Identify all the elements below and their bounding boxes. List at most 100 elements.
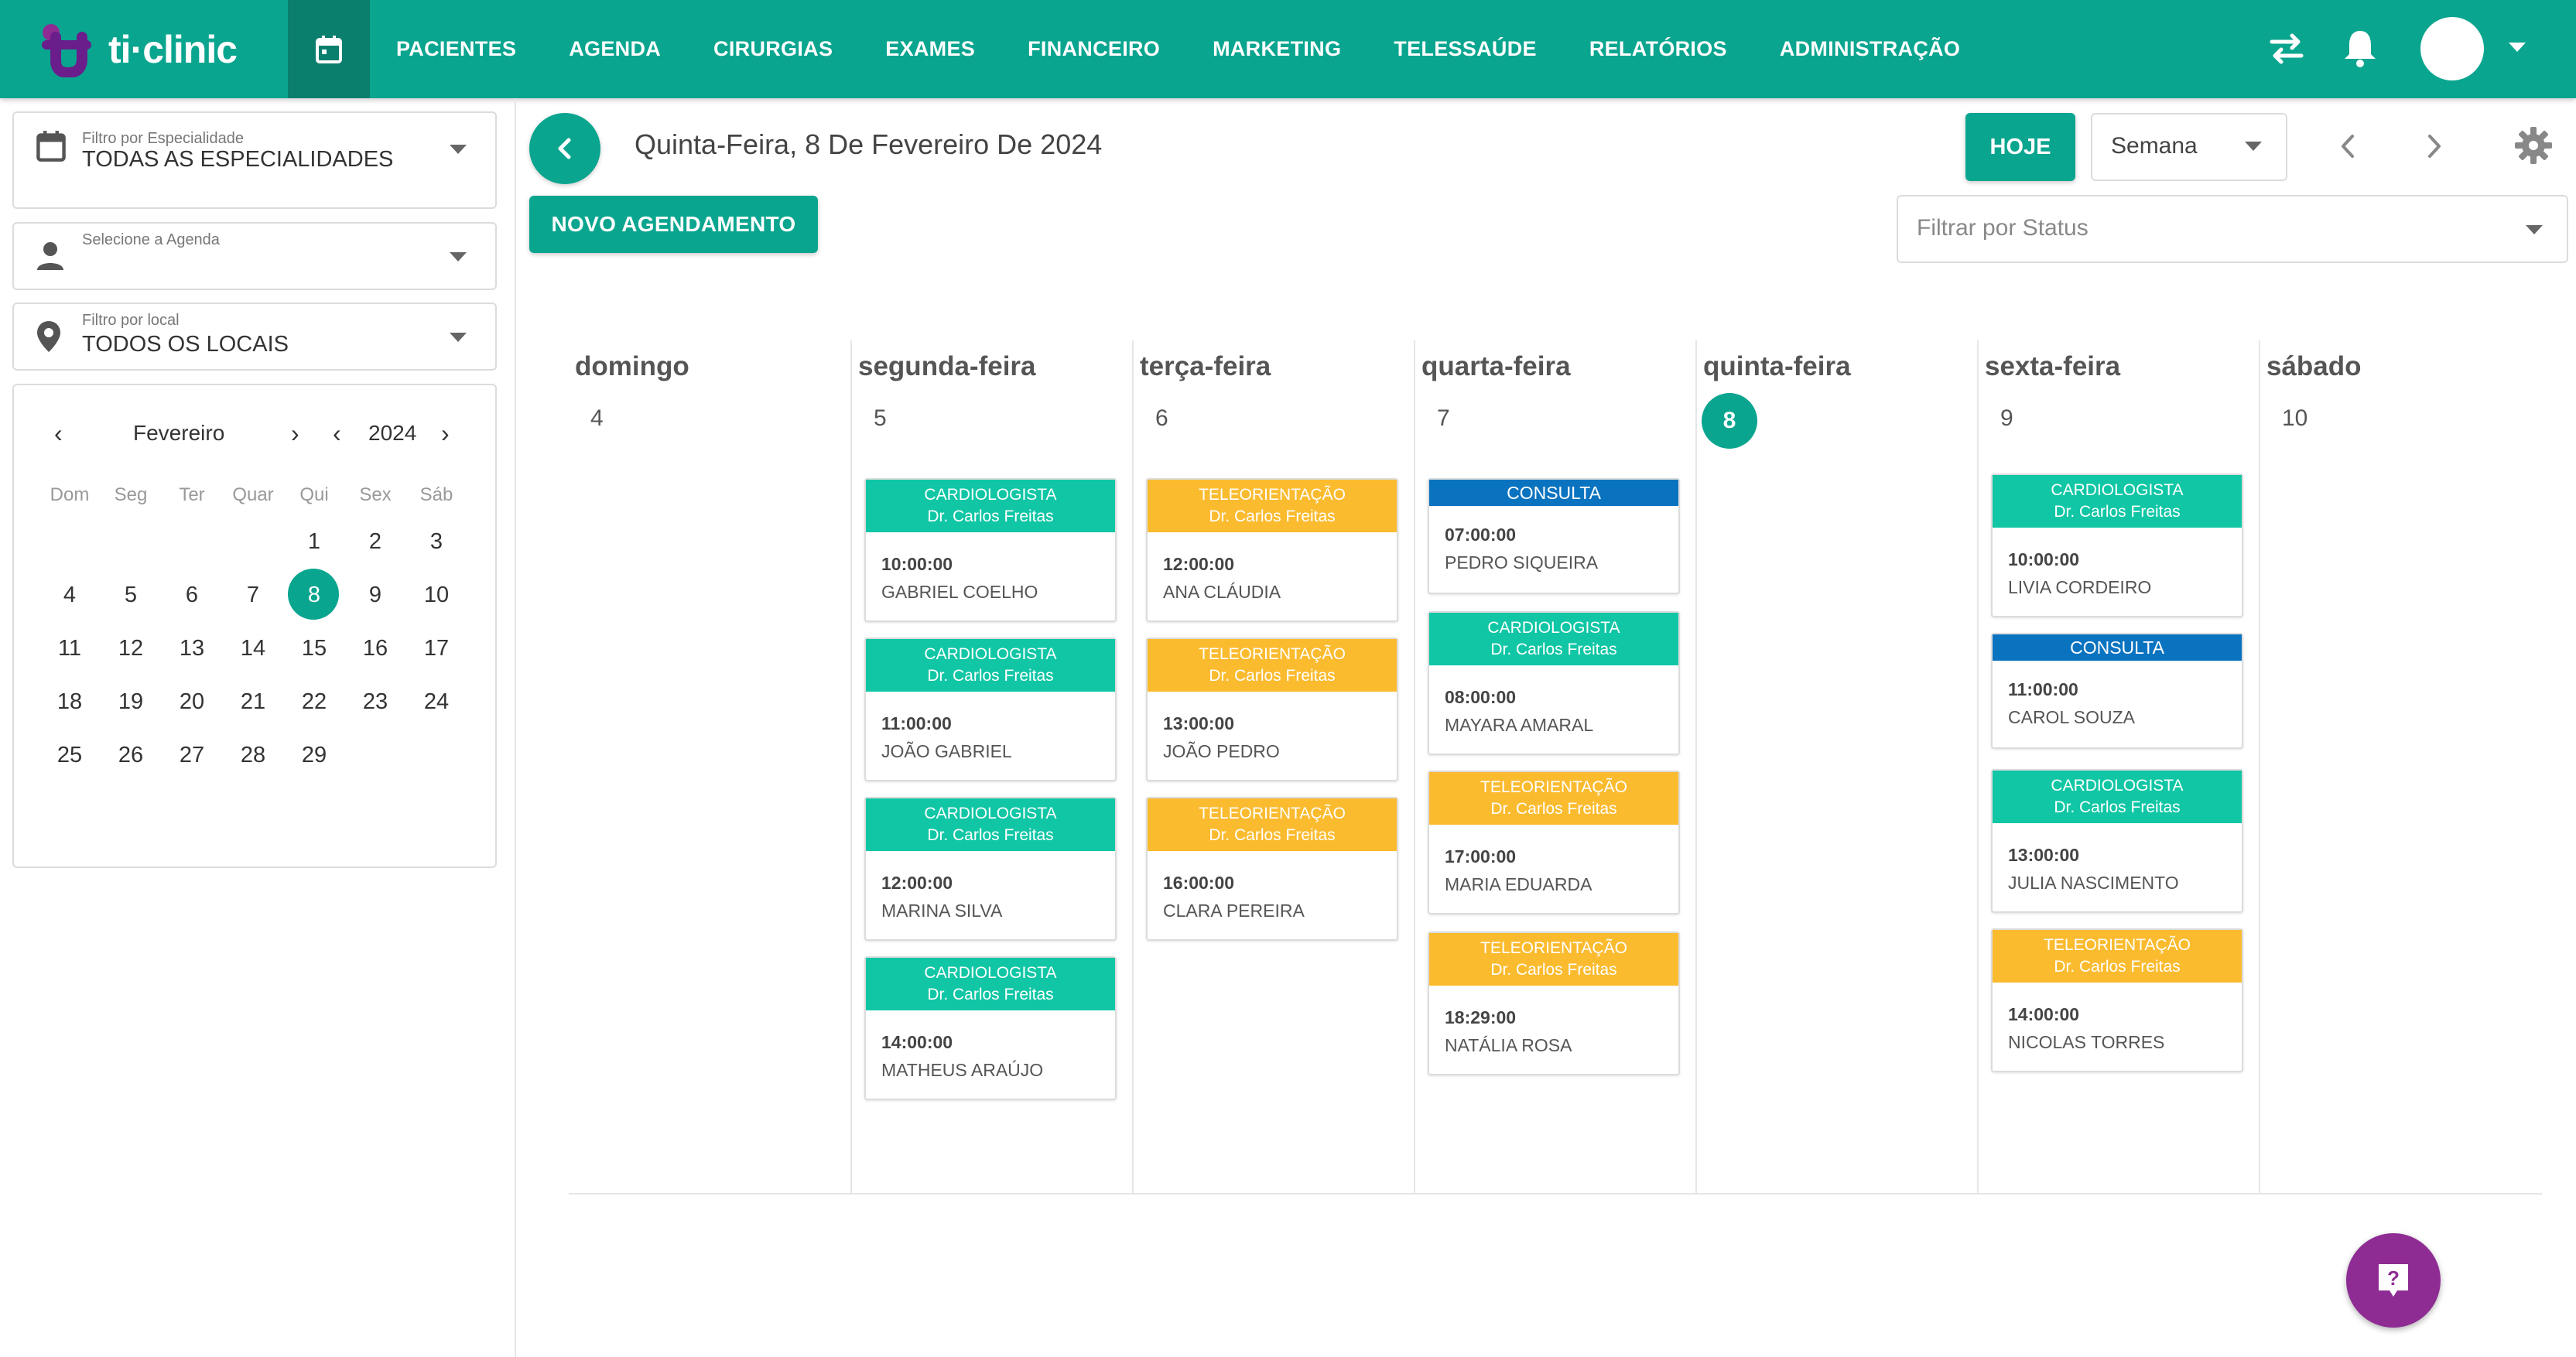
view-select[interactable]: Semana: [2091, 113, 2287, 181]
calendar-day[interactable]: 15: [283, 624, 345, 673]
calendar-day[interactable]: 13: [161, 624, 223, 673]
nav-telessaude[interactable]: TELESSAÚDE: [1394, 37, 1537, 61]
calendar-day[interactable]: 3: [405, 517, 467, 566]
today-button[interactable]: HOJE: [1965, 113, 2075, 181]
year-prev-button[interactable]: ‹: [333, 419, 341, 448]
appointment-card[interactable]: TELEORIENTAÇÃO Dr. Carlos Freitas 13:00:00…: [1146, 637, 1398, 781]
calendar-day[interactable]: 10: [405, 570, 467, 620]
help-button[interactable]: ?: [2346, 1233, 2441, 1328]
day-number[interactable]: 4: [590, 405, 604, 432]
calendar-day[interactable]: 14: [222, 624, 284, 673]
year-next-button[interactable]: ›: [441, 419, 450, 448]
appointment-card[interactable]: TELEORIENTAÇÃO Dr. Carlos Freitas 18:29:00…: [1428, 931, 1680, 1075]
day-number[interactable]: 7: [1437, 405, 1450, 432]
month-next-button[interactable]: ›: [291, 419, 299, 448]
back-button[interactable]: [529, 113, 600, 184]
nav-exames[interactable]: EXAMES: [885, 37, 975, 61]
day-column-quinta-feira[interactable]: quinta-feira 8: [1695, 340, 1979, 1193]
appointment-card[interactable]: TELEORIENTAÇÃO Dr. Carlos Freitas 16:00:00…: [1146, 797, 1398, 941]
chevron-down-icon[interactable]: [2507, 40, 2527, 54]
calendar-day-selected[interactable]: 8: [283, 569, 345, 620]
appointment-patient: MATHEUS ARAÚJO: [881, 1060, 1044, 1080]
location-filter-value: TODOS OS LOCAIS: [82, 332, 289, 357]
view-select-value: Semana: [2111, 133, 2198, 159]
appointment-card[interactable]: TELEORIENTAÇÃO Dr. Carlos Freitas 14:00:00…: [1991, 928, 2243, 1072]
nav-financeiro[interactable]: FINANCEIRO: [1028, 37, 1160, 61]
calendar-day[interactable]: 4: [39, 570, 101, 620]
week-calendar: domingo 4 segunda-feira 5 CARDIOLOGISTA Dr. C…: [569, 340, 2542, 1195]
day-number[interactable]: 5: [874, 405, 887, 432]
calendar-day[interactable]: 20: [161, 677, 223, 726]
bell-icon[interactable]: [2342, 28, 2379, 68]
nav-cirurgias[interactable]: CIRURGIAS: [713, 37, 833, 61]
swap-icon[interactable]: [2267, 29, 2306, 68]
calendar-day[interactable]: 28: [222, 730, 284, 780]
status-filter-placeholder: Filtrar por Status: [1917, 215, 2089, 241]
week-next-button[interactable]: [2422, 128, 2445, 164]
calendar-day[interactable]: 21: [222, 677, 284, 726]
gear-icon[interactable]: [2513, 125, 2554, 166]
nav-marketing[interactable]: MARKETING: [1213, 37, 1341, 61]
calendar-day[interactable]: 29: [283, 730, 345, 780]
calendar-day[interactable]: 27: [161, 730, 223, 780]
appointment-card[interactable]: CARDIOLOGISTA Dr. Carlos Freitas 12:00:00 M…: [864, 797, 1117, 941]
week-prev-button[interactable]: [2337, 128, 2360, 164]
day-number-today[interactable]: 8: [1702, 393, 1757, 449]
agenda-select[interactable]: Selecione a Agenda: [12, 222, 497, 290]
calendar-day[interactable]: 23: [344, 677, 406, 726]
calendar-day[interactable]: 24: [405, 677, 467, 726]
calendar-day[interactable]: 17: [405, 624, 467, 673]
calendar-nav-button[interactable]: [288, 0, 370, 98]
calendar-day[interactable]: 2: [344, 517, 406, 566]
calendar-day[interactable]: 16: [344, 624, 406, 673]
day-number[interactable]: 10: [2282, 405, 2307, 432]
appointment-card[interactable]: CARDIOLOGISTA Dr. Carlos Freitas 11:00:00 J…: [864, 637, 1117, 781]
brand-logo[interactable]: ti·clinic: [40, 17, 238, 82]
calendar-day[interactable]: 1: [283, 517, 345, 566]
weekday-header: Seg: [114, 484, 148, 505]
month-prev-button[interactable]: ‹: [54, 419, 63, 448]
calendar-day[interactable]: 6: [161, 570, 223, 620]
weekday-header: Sex: [359, 484, 392, 505]
status-filter-select[interactable]: Filtrar por Status: [1897, 195, 2568, 263]
day-column-domingo[interactable]: domingo 4: [569, 340, 850, 1193]
appointment-card[interactable]: TELEORIENTAÇÃO Dr. Carlos Freitas 12:00:00…: [1146, 478, 1398, 622]
appointment-type: CARDIOLOGISTA: [1487, 619, 1620, 637]
calendar-day[interactable]: 9: [344, 570, 406, 620]
appointment-card[interactable]: CONSULTA 11:00:00 CAROL SOUZA: [1991, 633, 2243, 749]
appointment-card[interactable]: CARDIOLOGISTA Dr. Carlos Freitas 10:00:00 G…: [864, 478, 1117, 622]
appointment-card[interactable]: TELEORIENTAÇÃO Dr. Carlos Freitas 17:00:00…: [1428, 771, 1680, 914]
calendar-day[interactable]: 7: [222, 570, 284, 620]
appointment-patient: LIVIA CORDEIRO: [2008, 577, 2152, 597]
day-number[interactable]: 6: [1155, 405, 1168, 432]
appointment-card[interactable]: CONSULTA 07:00:00 PEDRO SIQUEIRA: [1428, 478, 1680, 594]
day-column-sábado[interactable]: sábado 10: [2259, 340, 2542, 1193]
calendar-day[interactable]: 22: [283, 677, 345, 726]
user-avatar[interactable]: [2420, 17, 2484, 80]
nav-pacientes[interactable]: PACIENTES: [396, 37, 516, 61]
calendar-day[interactable]: 26: [100, 730, 162, 780]
nav-relatorios[interactable]: RELATÓRIOS: [1589, 37, 1727, 61]
calendar-day[interactable]: 12: [100, 624, 162, 673]
specialty-filter-select[interactable]: Filtro por Especialidade TODAS AS ESPECI…: [12, 111, 497, 209]
appointment-time: 10:00:00: [2008, 549, 2080, 569]
appointment-card[interactable]: CARDIOLOGISTA Dr. Carlos Freitas 14:00:00 M…: [864, 956, 1117, 1100]
new-appointment-button[interactable]: NOVO AGENDAMENTO: [529, 196, 818, 253]
appointment-card[interactable]: CARDIOLOGISTA Dr. Carlos Freitas 13:00:00 J…: [1991, 769, 2243, 913]
appointment-card[interactable]: CARDIOLOGISTA Dr. Carlos Freitas 10:00:00 L…: [1991, 473, 2243, 617]
chevron-left-icon: [558, 138, 571, 159]
day-number[interactable]: 9: [2000, 405, 2013, 432]
appointment-patient: JOÃO GABRIEL: [881, 741, 1012, 761]
calendar-day[interactable]: 11: [39, 624, 101, 673]
appointment-card[interactable]: CARDIOLOGISTA Dr. Carlos Freitas 08:00:00 M…: [1428, 611, 1680, 755]
weekday-header: Quar: [232, 484, 274, 505]
person-icon: [37, 242, 63, 270]
calendar-day[interactable]: 25: [39, 730, 101, 780]
calendar-day[interactable]: 5: [100, 570, 162, 620]
agenda-select-label: Selecione a Agenda: [82, 231, 220, 248]
nav-agenda[interactable]: AGENDA: [569, 37, 661, 61]
calendar-day[interactable]: 18: [39, 677, 101, 726]
calendar-day[interactable]: 19: [100, 677, 162, 726]
location-filter-select[interactable]: Filtro por local TODOS OS LOCAIS: [12, 303, 497, 371]
nav-administracao[interactable]: ADMINISTRAÇÃO: [1780, 37, 1960, 61]
